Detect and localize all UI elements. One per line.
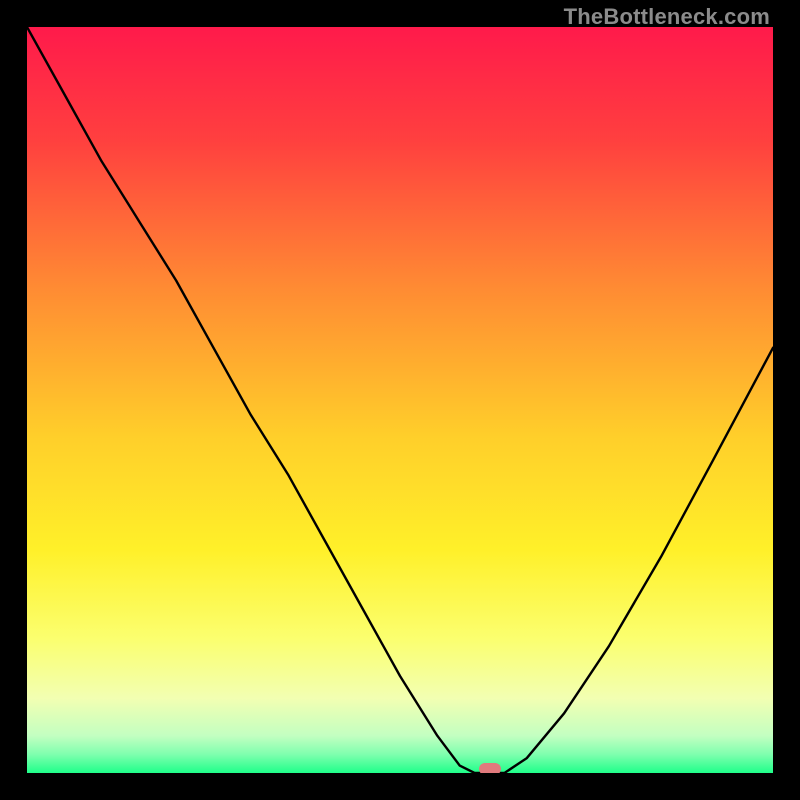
optimal-marker <box>479 763 501 773</box>
watermark-text: TheBottleneck.com <box>564 4 770 30</box>
chart-frame: TheBottleneck.com <box>0 0 800 800</box>
plot-area <box>27 27 773 773</box>
bottleneck-curve <box>27 27 773 773</box>
